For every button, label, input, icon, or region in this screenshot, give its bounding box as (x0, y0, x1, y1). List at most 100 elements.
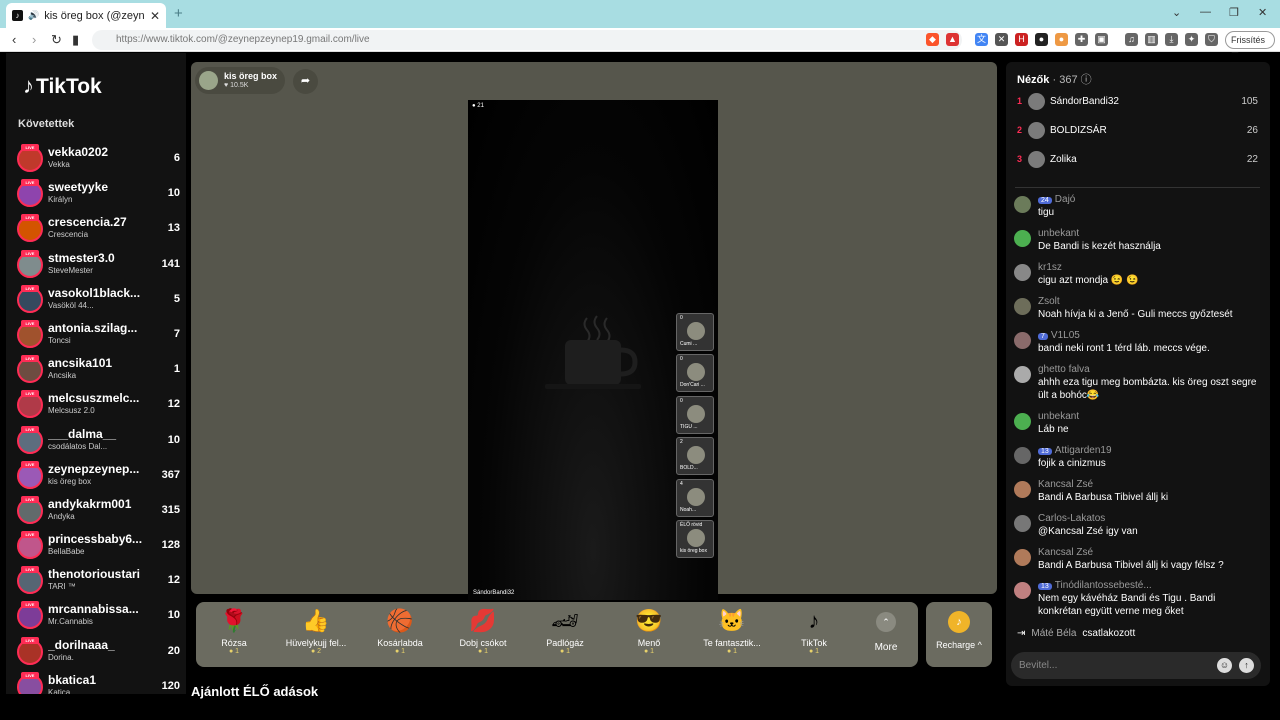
more-gifts-button[interactable]: ⌃ More (866, 612, 906, 653)
avatar[interactable] (1014, 481, 1031, 498)
followed-account[interactable]: LIVE zeynepzeynep... kis öreg box 367 (14, 459, 186, 494)
viewer-count: 6 (173, 152, 180, 164)
update-label: Frissítés (1231, 35, 1266, 45)
followed-account[interactable]: LIVE andykakrm001 Andyka 315 (14, 494, 186, 529)
avatar[interactable] (1014, 447, 1031, 464)
followed-account[interactable]: LIVE sweetyyke Királyn 10 (14, 177, 186, 212)
gift-item[interactable]: 👍 Hüvelykujj fel... ● 2 (276, 606, 356, 655)
viewer-count: 1 (173, 363, 180, 376)
top-viewer-row[interactable]: 1 SándorBandi32 105 (1017, 93, 1261, 113)
back-icon[interactable]: ‹ (12, 32, 16, 47)
following-title: Követettek (18, 118, 75, 130)
share-button[interactable]: ➦ (293, 69, 318, 94)
avatar[interactable] (1014, 264, 1031, 281)
chat-input-box: ☺ ↑ (1011, 652, 1261, 679)
gift-item[interactable]: 🐱 Te fantasztik... ● 1 (692, 606, 772, 655)
account-name: antonia.szilag... (48, 320, 138, 335)
guest-tile[interactable]: 0 Cumi ... (676, 313, 714, 351)
new-tab-button[interactable]: + (174, 5, 183, 22)
reload-icon[interactable]: ↻ (51, 32, 62, 48)
followed-account[interactable]: LIVE antonia.szilag... Toncsi 7 (14, 318, 186, 353)
gift-icon: 👍 (302, 608, 330, 633)
avatar[interactable] (1014, 196, 1031, 213)
followed-account[interactable]: LIVE vasokol1black... Vasököl 44... 5 (14, 283, 186, 318)
gift-name: Dobj csókot (459, 638, 507, 648)
gift-item[interactable]: ♪ TikTok ● 1 (774, 606, 854, 655)
bookmark-icon[interactable]: ▮ (72, 32, 79, 48)
followed-account[interactable]: LIVE thenotorioustari TARI ™ 12 (14, 564, 186, 599)
hls-extension-icon[interactable]: H (1015, 33, 1028, 46)
update-button[interactable]: Frissítés ☰ (1225, 31, 1275, 61)
guest-tile[interactable]: 0 Don'Cari ... (676, 354, 714, 393)
gift-item[interactable]: 🏀 Kosárlabda ● 1 (360, 606, 440, 655)
puzzle-extension-icon[interactable]: ✚ (1075, 33, 1088, 46)
followed-account[interactable]: LIVE melcsuszmelc... Melcsusz 2.0 12 (14, 388, 186, 423)
guest-tile[interactable]: 2 BOLD... (676, 437, 714, 476)
gift-item[interactable]: 🏎 Padlógáz ● 1 (525, 606, 605, 655)
maximize-button[interactable]: ❐ (1229, 6, 1239, 19)
guest-avatar (687, 487, 705, 506)
followed-account[interactable]: LIVE stmester3.0 SteveMester 141 (14, 248, 186, 283)
host-pill[interactable]: kis öreg box ♥ 10.5K (195, 67, 285, 94)
avatar[interactable] (1014, 298, 1031, 315)
emoji-icon[interactable]: ☺ (1217, 658, 1232, 673)
tab-search-icon[interactable]: ▣ (1095, 33, 1108, 46)
color-extension-icon[interactable]: ● (1055, 33, 1068, 46)
close-tab-icon[interactable]: ✕ (150, 9, 160, 23)
recharge-button[interactable]: ♪ Recharge ^ (926, 602, 992, 667)
gift-item[interactable]: 😎 Menő ● 1 (609, 606, 689, 655)
live-badge: LIVE (21, 214, 39, 222)
forward-icon[interactable]: › (32, 32, 36, 47)
avatar[interactable] (1014, 549, 1031, 566)
shield-icon[interactable]: ⛉ (1205, 33, 1218, 46)
followed-account[interactable]: LIVE vekka0202 Vekka 6 (14, 142, 186, 177)
sidebar-toggle-icon[interactable]: ▥ (1145, 33, 1158, 46)
download-icon[interactable]: ⤓ (1165, 33, 1178, 46)
avatar[interactable] (1014, 582, 1031, 599)
avatar[interactable] (1014, 515, 1031, 532)
chat-input[interactable] (1019, 657, 1209, 674)
tab-list-icon[interactable]: ⌄ (1172, 6, 1181, 19)
followed-account[interactable]: LIVE ___dalma__ csodálatos Dal... 10 (14, 424, 186, 459)
chat-text: bandi neki ront 1 térd láb. meccs vége. (1038, 343, 1210, 354)
music-icon[interactable]: ♫ (1125, 33, 1138, 46)
close-window-button[interactable]: ✕ (1258, 6, 1267, 19)
followed-account[interactable]: LIVE crescencia.27 Crescencia 13 (14, 212, 186, 247)
avatar[interactable] (1014, 230, 1031, 247)
video-viewer-badge: ● 21 (472, 103, 484, 109)
followed-account[interactable]: LIVE ancsika101 Ancsika 1 (14, 353, 186, 388)
avatar[interactable] (1014, 332, 1031, 349)
browser-tab[interactable]: ♪ 🔊 kis öreg box (@zeynepzeyne ✕ (6, 3, 166, 28)
tiktok-note-icon: ♪ (23, 73, 34, 98)
followed-account[interactable]: LIVE bkatica1 Katica 120 (14, 670, 186, 694)
viewer-score: 105 (1241, 96, 1258, 107)
level-badge: 7 (1038, 333, 1048, 340)
gift-item[interactable]: 💋 Dobj csókot ● 1 (443, 606, 523, 655)
top-viewer-row[interactable]: 2 BOLDIZSÁR 26 (1017, 122, 1261, 142)
chat-username: 13 Tinódilantossebesté... (1038, 580, 1152, 591)
send-icon[interactable]: ↑ (1239, 658, 1254, 673)
account-name: thenotorioustari (48, 567, 140, 582)
followed-account[interactable]: LIVE mrcannabissa... Mr.Cannabis 10 (14, 599, 186, 634)
viewers-title[interactable]: Nézők · 367 ⓘ (1017, 71, 1092, 87)
url-field[interactable]: https://www.tiktok.com/@zeynepzeynep19.g… (92, 30, 962, 50)
translate-icon[interactable]: 文 (975, 33, 988, 46)
top-viewer-row[interactable]: 3 Zolika 22 (1017, 151, 1261, 171)
avatar[interactable] (1014, 366, 1031, 383)
followed-account[interactable]: LIVE _dorilnaaa_ Dorina. 20 (14, 635, 186, 670)
guest-tile[interactable]: 4 Noah... (676, 478, 714, 517)
brave-shield-icon[interactable]: ◆ (926, 33, 939, 46)
guest-tile[interactable]: ÉLŐ rövid kis öreg box (676, 519, 714, 558)
x-extension-icon[interactable]: ✕ (995, 33, 1008, 46)
video-host-tag: SándorBandi32 (473, 590, 515, 596)
avatar[interactable] (1014, 413, 1031, 430)
live-badge: LIVE (21, 249, 39, 257)
vpn-extension-icon[interactable]: ● (1035, 33, 1048, 46)
tiktok-logo[interactable]: ♪TikTok (23, 73, 102, 99)
guest-tile[interactable]: 0 TIGU ... (676, 395, 714, 434)
minimize-button[interactable]: — (1200, 6, 1211, 18)
ai-icon[interactable]: ✦ (1185, 33, 1198, 46)
followed-account[interactable]: LIVE princessbaby6... BellaBabe 128 (14, 529, 186, 564)
gift-item[interactable]: 🌹 Rózsa ● 1 (194, 606, 274, 655)
warning-icon[interactable]: ▲ (946, 33, 959, 46)
